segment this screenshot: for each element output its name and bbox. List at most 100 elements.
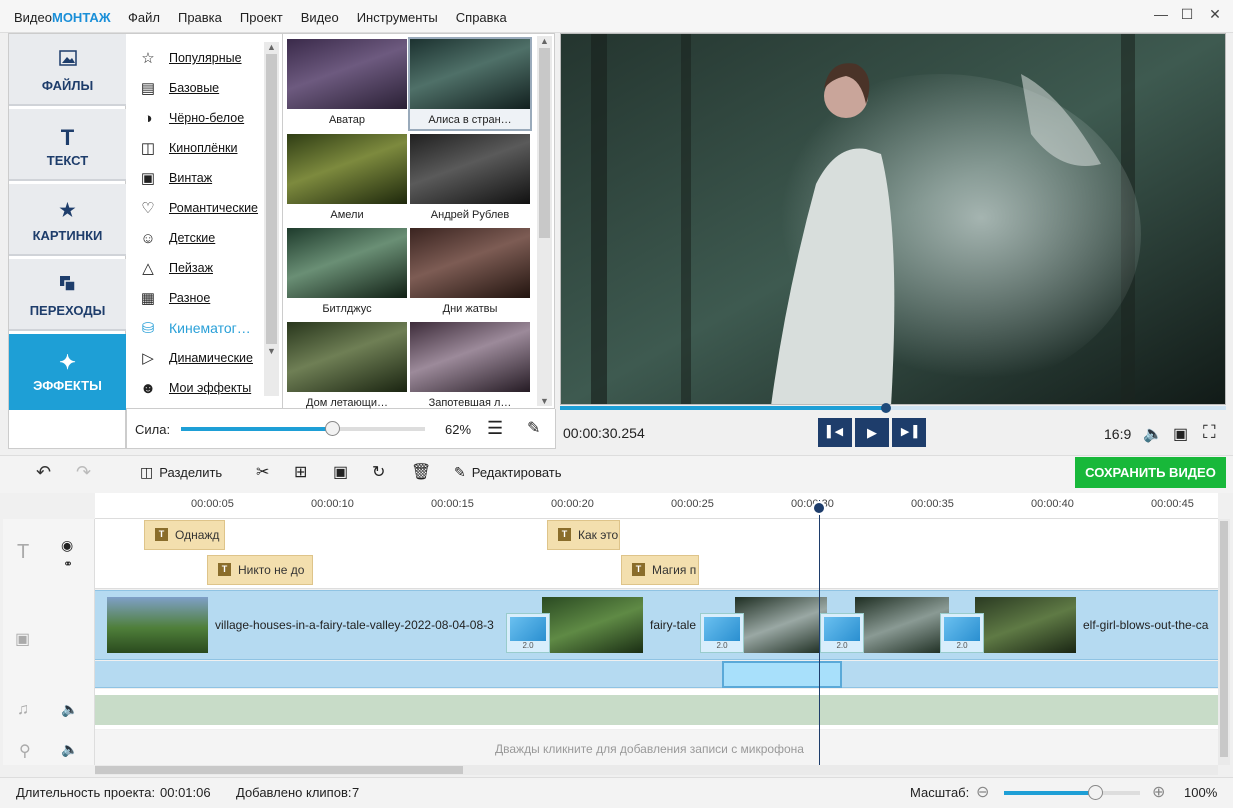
- effect-thumb-selected[interactable]: Алиса в стран…: [408, 37, 532, 131]
- video-clip-label[interactable]: village-houses-in-a-fairy-tale-valley-20…: [215, 618, 494, 632]
- settings-sliders-icon[interactable]: ☰: [487, 418, 503, 439]
- transition-block[interactable]: 2.0: [506, 613, 550, 653]
- playback-progress[interactable]: [560, 403, 1226, 413]
- split-button[interactable]: ◫ Разделить: [140, 464, 222, 481]
- brush-icon[interactable]: ✎: [527, 418, 540, 438]
- effect-preview: [287, 134, 407, 204]
- redo-icon[interactable]: ↷: [76, 462, 91, 483]
- maximize-icon[interactable]: ☐: [1174, 6, 1200, 26]
- category-misc[interactable]: ▦ Разное: [138, 287, 210, 309]
- scale-value: 100%: [1184, 785, 1218, 800]
- menu-video[interactable]: Видео: [301, 10, 339, 25]
- effect-thumb[interactable]: Аватар: [287, 39, 407, 129]
- category-romantic[interactable]: ♡ Романтические: [138, 197, 258, 219]
- effect-thumb[interactable]: Амели: [287, 134, 407, 224]
- category-cinema[interactable]: ⛁ Кинематог…: [138, 317, 251, 339]
- prev-frame-button[interactable]: ▌◀: [818, 418, 852, 447]
- zoom-out-icon[interactable]: ⊖: [976, 782, 989, 802]
- effect-thumb[interactable]: Битлджус: [287, 228, 407, 318]
- menu-project[interactable]: Проект: [240, 10, 283, 25]
- effect-thumb[interactable]: Дни жатвы: [410, 228, 530, 318]
- edit-button[interactable]: ✎ Редактировать: [454, 464, 562, 481]
- mic-track[interactable]: Дважды кликните для добавления записи с …: [95, 730, 1218, 765]
- effect-thumb[interactable]: Андрей Рублев: [410, 134, 530, 224]
- time-ruler[interactable]: 00:00:05 00:00:10 00:00:15 00:00:20 00:0…: [95, 493, 1218, 519]
- category-landscape[interactable]: △ Пейзаж: [138, 257, 213, 279]
- clip-thumbnail: [975, 597, 1076, 653]
- rotate-icon[interactable]: ↻: [372, 462, 385, 482]
- gallery-scrollbar[interactable]: ▲ ▼: [537, 36, 552, 406]
- nav-transitions[interactable]: ПЕРЕХОДЫ: [9, 259, 126, 331]
- nav-pictures[interactable]: ★ КАРТИНКИ: [9, 184, 126, 256]
- snapshot-icon[interactable]: ▣: [1173, 424, 1188, 444]
- ruler-tick: 00:00:45: [1151, 498, 1194, 510]
- nav-text[interactable]: T ТЕКСТ: [9, 109, 126, 181]
- scissors-icon[interactable]: ✂: [256, 462, 269, 482]
- nav-effects[interactable]: ✦ ЭФФЕКТЫ: [9, 334, 126, 410]
- eye-icon[interactable]: ◉: [61, 537, 73, 554]
- magic-wand-icon: ✦: [59, 352, 76, 374]
- selected-clip-audio[interactable]: [722, 661, 842, 688]
- text-clip[interactable]: T Как это: [547, 520, 620, 550]
- audio-volume-icon[interactable]: 🔈: [61, 701, 78, 718]
- microphone-icon: ⚲: [19, 743, 31, 760]
- category-vintage[interactable]: ▣ Винтаж: [138, 167, 212, 189]
- save-video-button[interactable]: СОХРАНИТЬ ВИДЕО: [1075, 457, 1226, 488]
- play-icon: ▶: [867, 425, 877, 440]
- text-clip[interactable]: T Никто не до: [207, 555, 313, 585]
- timeline-hscroll[interactable]: [95, 765, 1218, 775]
- aspect-icon[interactable]: ▣: [333, 462, 348, 482]
- aspect-ratio[interactable]: 16:9: [1104, 426, 1131, 442]
- next-frame-button[interactable]: ▶▐: [892, 418, 926, 447]
- zoom-in-icon[interactable]: ⊕: [1152, 782, 1165, 802]
- delete-icon[interactable]: 🗑: [411, 462, 431, 482]
- music-waveform[interactable]: [95, 695, 1218, 725]
- strength-slider[interactable]: [181, 421, 425, 436]
- zoom-knob[interactable]: [1088, 785, 1103, 800]
- category-bw[interactable]: ◑ Чёрно-белое: [138, 107, 244, 129]
- timecode: 00:00:30.254: [563, 425, 645, 441]
- play-button[interactable]: ▶: [855, 418, 889, 447]
- menu-edit[interactable]: Правка: [178, 10, 222, 25]
- effect-preview: [287, 322, 407, 392]
- categories-scrollbar[interactable]: ▲ ▼: [264, 42, 279, 396]
- mic-volume-icon[interactable]: 🔈: [61, 741, 78, 758]
- video-audio-track[interactable]: [95, 661, 1218, 688]
- category-film[interactable]: ◫ Киноплёнки: [138, 137, 238, 159]
- fullscreen-icon[interactable]: ⛶: [1203, 422, 1216, 443]
- effect-thumb[interactable]: Запотевшая л…: [410, 322, 530, 412]
- transition-block[interactable]: 2.0: [940, 613, 984, 653]
- strength-knob[interactable]: [325, 421, 341, 436]
- crop-icon[interactable]: ⊞: [294, 462, 307, 482]
- zoom-slider[interactable]: [1004, 785, 1140, 800]
- category-popular[interactable]: ☆ Популярные: [138, 47, 241, 69]
- close-icon[interactable]: ✕: [1202, 6, 1228, 26]
- text-clip[interactable]: T Магия п: [621, 555, 699, 585]
- transition-block[interactable]: 2.0: [700, 613, 744, 653]
- minimize-icon[interactable]: —: [1148, 6, 1174, 26]
- film-icon: ◫: [140, 140, 156, 157]
- menu-file[interactable]: Файл: [128, 10, 160, 25]
- playhead-handle[interactable]: [812, 501, 826, 515]
- category-kids[interactable]: ☺ Детские: [138, 227, 215, 249]
- effect-thumb[interactable]: Дом летающи…: [287, 322, 407, 412]
- category-dynamic[interactable]: ▷ Динамические: [138, 347, 253, 369]
- menu-help[interactable]: Справка: [456, 10, 507, 25]
- volume-icon[interactable]: 🔈: [1143, 424, 1163, 444]
- undo-icon[interactable]: ↶: [36, 462, 51, 483]
- video-preview[interactable]: [560, 33, 1226, 405]
- progress-knob[interactable]: [881, 403, 892, 413]
- status-bar: Длительность проекта: 00:01:06 Добавлено…: [0, 777, 1233, 808]
- video-clip-label[interactable]: elf-girl-blows-out-the-ca: [1083, 618, 1215, 632]
- text-clip[interactable]: T Однажд: [144, 520, 225, 550]
- menu-tools[interactable]: Инструменты: [357, 10, 438, 25]
- category-basic[interactable]: ▤ Базовые: [138, 77, 219, 99]
- text-clip-icon: T: [155, 528, 168, 541]
- link-icon[interactable]: ⚭: [63, 557, 73, 571]
- nav-files[interactable]: ФАЙЛЫ: [9, 34, 126, 106]
- transition-block[interactable]: 2.0: [820, 613, 864, 653]
- video-clip-label[interactable]: fairy-tale: [650, 618, 696, 632]
- preview-frame: [561, 34, 1225, 404]
- category-my-effects[interactable]: ☻ Мои эффекты: [138, 377, 251, 399]
- timeline-vscroll[interactable]: [1218, 519, 1230, 765]
